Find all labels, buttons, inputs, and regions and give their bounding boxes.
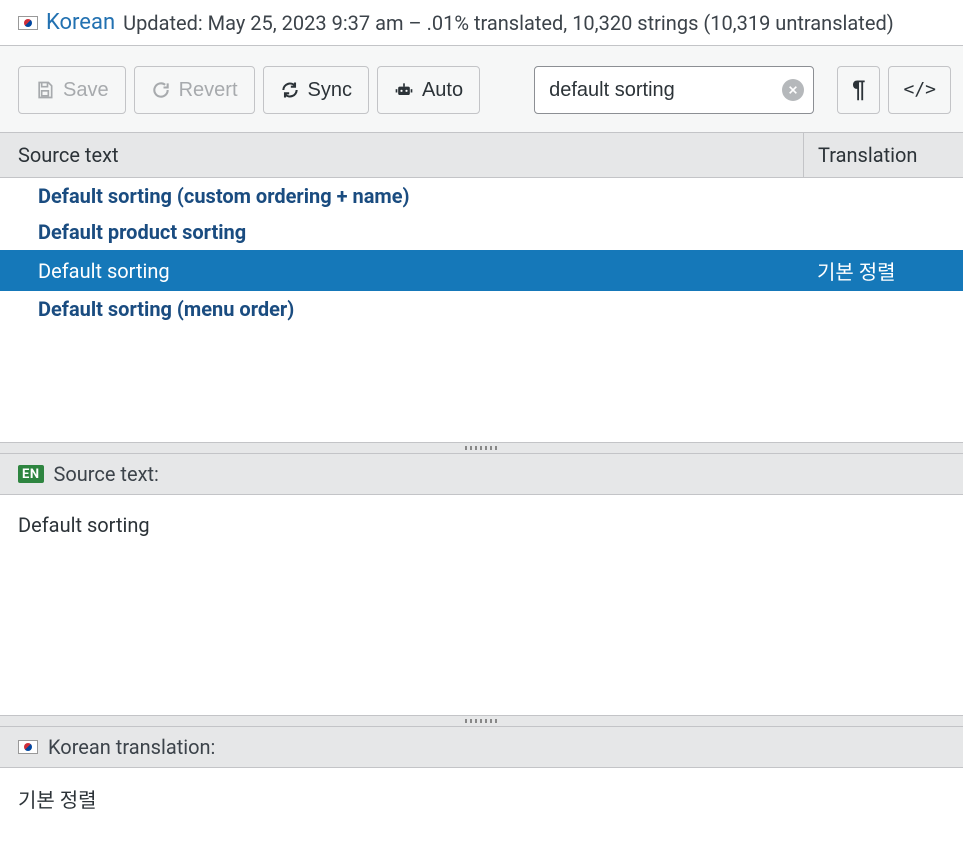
robot-icon bbox=[394, 80, 414, 100]
table-row[interactable]: Default sorting (custom ordering + name) bbox=[0, 178, 963, 214]
save-label: Save bbox=[63, 80, 109, 100]
translation-panel-label: Korean translation: bbox=[48, 735, 215, 759]
table-row[interactable]: Default sorting (menu order) bbox=[0, 291, 963, 327]
page-header: Korean Updated: May 25, 2023 9:37 am – .… bbox=[0, 0, 963, 45]
revert-button[interactable]: Revert bbox=[134, 66, 255, 114]
revert-icon bbox=[151, 80, 171, 100]
toolbar: Save Revert Sync Auto ¶ </> bbox=[0, 45, 963, 132]
row-translation bbox=[803, 307, 963, 311]
flag-kr-icon bbox=[18, 740, 38, 754]
source-panel-label: Source text: bbox=[54, 462, 159, 486]
save-icon bbox=[35, 80, 55, 100]
en-badge-icon: EN bbox=[18, 465, 44, 483]
row-source: Default sorting (custom ordering + name) bbox=[0, 182, 803, 210]
row-source: Default sorting (menu order) bbox=[0, 295, 803, 323]
toggle-code-view-button[interactable]: </> bbox=[888, 66, 951, 114]
pilcrow-icon: ¶ bbox=[852, 78, 865, 102]
column-header: Source text Translation bbox=[0, 132, 963, 178]
auto-button[interactable]: Auto bbox=[377, 66, 480, 114]
panel-resize-handle[interactable] bbox=[0, 442, 963, 454]
sync-icon bbox=[280, 80, 300, 100]
header-meta: Updated: May 25, 2023 9:37 am – .01% tra… bbox=[123, 11, 894, 35]
code-icon: </> bbox=[903, 81, 936, 99]
table-row[interactable]: Default product sorting bbox=[0, 214, 963, 250]
column-source-label: Source text bbox=[0, 133, 803, 177]
row-translation bbox=[803, 230, 963, 234]
table-row[interactable]: Default sorting 기본 정렬 bbox=[0, 250, 963, 291]
source-panel-header: EN Source text: bbox=[0, 454, 963, 495]
clear-search-icon[interactable] bbox=[782, 79, 804, 101]
search-input[interactable] bbox=[534, 66, 814, 114]
sync-label: Sync bbox=[308, 80, 352, 100]
sync-button[interactable]: Sync bbox=[263, 66, 369, 114]
revert-label: Revert bbox=[179, 80, 238, 100]
save-button[interactable]: Save bbox=[18, 66, 126, 114]
row-translation: 기본 정렬 bbox=[803, 254, 963, 287]
row-translation bbox=[803, 194, 963, 198]
grip-icon bbox=[465, 719, 499, 723]
toggle-invisibles-button[interactable]: ¶ bbox=[837, 66, 880, 114]
row-source: Default sorting bbox=[0, 257, 803, 285]
row-source: Default product sorting bbox=[0, 218, 803, 246]
search-wrap bbox=[534, 66, 814, 114]
translation-input[interactable]: 기본 정렬 bbox=[0, 768, 963, 828]
toolbar-right: ¶ </> bbox=[837, 66, 951, 114]
column-translation-label: Translation bbox=[803, 133, 963, 177]
grip-icon bbox=[465, 446, 499, 450]
translation-panel-header: Korean translation: bbox=[0, 727, 963, 768]
language-link[interactable]: Korean bbox=[46, 10, 115, 35]
source-text-display: Default sorting bbox=[0, 495, 963, 715]
auto-label: Auto bbox=[422, 80, 463, 100]
string-list: Default sorting (custom ordering + name)… bbox=[0, 178, 963, 442]
panel-resize-handle[interactable] bbox=[0, 715, 963, 727]
flag-kr-icon bbox=[18, 16, 38, 30]
